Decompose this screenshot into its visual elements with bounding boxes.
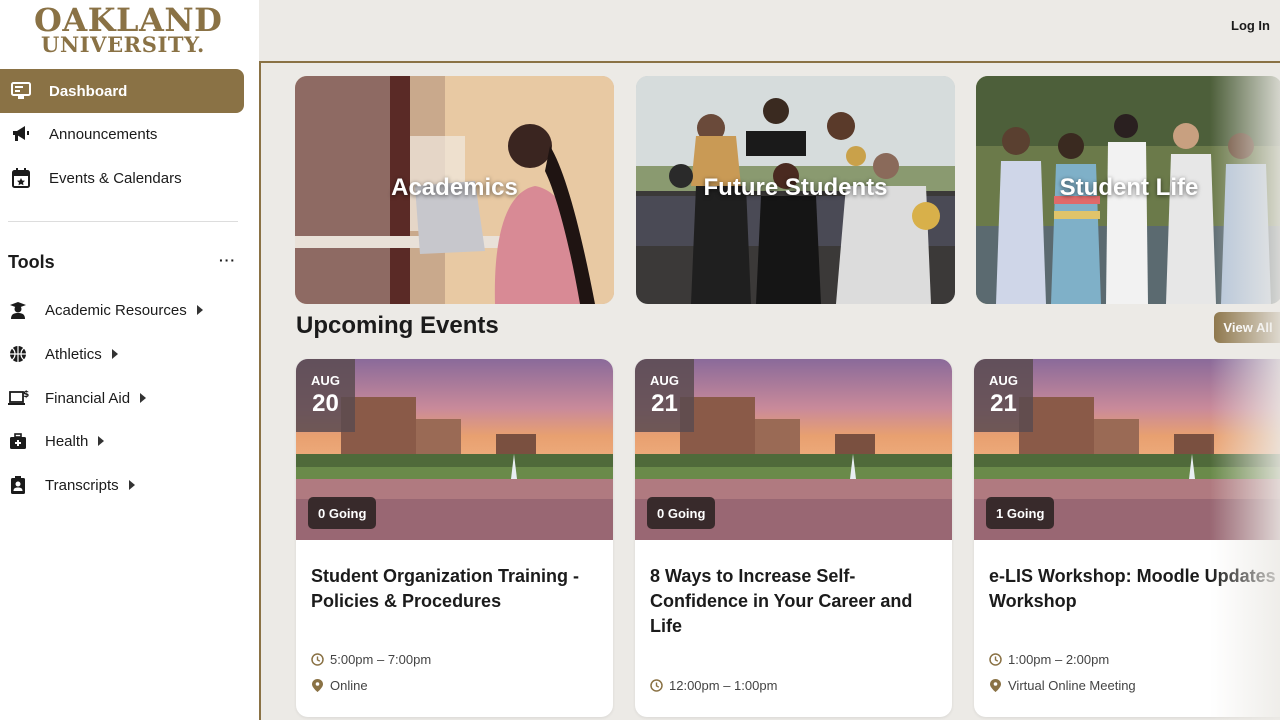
nav-item-label: Events & Calendars	[49, 169, 182, 187]
event-time: 1:00pm – 2:00pm	[989, 652, 1109, 667]
event-time-text: 5:00pm – 7:00pm	[330, 652, 432, 667]
event-month: AUG	[311, 373, 340, 388]
event-going-count: 1 Going	[986, 497, 1055, 529]
tools-title: Tools	[8, 252, 55, 272]
event-day: 21	[651, 390, 678, 417]
medical-kit-icon	[7, 430, 29, 452]
logo-line-1: OAKLAND	[34, 1, 223, 39]
monitor-icon	[10, 80, 32, 102]
clock-icon	[650, 679, 663, 692]
tool-item-label: Athletics	[45, 345, 102, 363]
basketball-icon	[7, 343, 29, 365]
event-month: AUG	[989, 373, 1018, 388]
category-card-academics[interactable]: Academics	[295, 76, 614, 304]
sidebar-divider	[8, 221, 238, 222]
event-day: 21	[990, 390, 1017, 417]
tool-item-label: Transcripts	[45, 476, 119, 494]
tool-item-label: Academic Resources	[45, 301, 187, 319]
upcoming-events-title: Upcoming Events	[296, 312, 499, 339]
nav-item-announcements[interactable]: Announcements	[0, 112, 244, 156]
login-link[interactable]: Log In	[1231, 18, 1270, 33]
event-going-count: 0 Going	[308, 497, 377, 529]
event-card[interactable]: AUG 21 1 Going e-LIS Workshop: Moodle Up…	[974, 359, 1280, 717]
event-date-badge: AUG 21	[635, 359, 694, 432]
event-time: 5:00pm – 7:00pm	[311, 652, 431, 667]
sidebar: OAKLAND UNIVERSITY. Dashboard Announceme…	[0, 0, 259, 720]
university-logo[interactable]: OAKLAND UNIVERSITY.	[34, 1, 223, 57]
event-time: 12:00pm – 1:00pm	[650, 678, 777, 693]
caret-right-icon	[140, 393, 147, 403]
event-location-text: Online	[330, 678, 368, 693]
calendar-icon	[10, 167, 32, 189]
location-pin-icon	[989, 679, 1002, 692]
id-badge-icon	[7, 474, 29, 496]
category-card-future-students[interactable]: Future Students	[636, 76, 955, 304]
category-label: Academics	[391, 174, 518, 201]
tool-item-transcripts[interactable]: Transcripts	[0, 467, 135, 503]
clock-icon	[311, 653, 324, 666]
tool-item-academic-resources[interactable]: Academic Resources	[0, 292, 203, 328]
nav-item-events-calendars[interactable]: Events & Calendars	[0, 156, 244, 200]
caret-right-icon	[98, 436, 105, 446]
caret-right-icon	[111, 349, 118, 359]
tool-item-health[interactable]: Health	[0, 423, 105, 459]
event-going-count: 0 Going	[647, 497, 716, 529]
megaphone-icon	[10, 123, 32, 145]
event-location-text: Virtual Online Meeting	[1008, 678, 1136, 693]
top-header: Log In	[259, 0, 1280, 63]
graduate-icon	[7, 299, 29, 321]
category-card-student-life[interactable]: Student Life	[976, 76, 1280, 304]
nav-item-label: Dashboard	[49, 82, 128, 100]
event-card[interactable]: AUG 20 0 Going Student Organization Trai…	[296, 359, 613, 717]
event-location: Virtual Online Meeting	[989, 678, 1136, 693]
event-card[interactable]: AUG 21 0 Going 8 Ways to Increase Self-C…	[635, 359, 952, 717]
clock-icon	[989, 653, 1002, 666]
tools-more-button[interactable]: ···	[219, 252, 236, 268]
nav-item-label: Announcements	[49, 125, 158, 143]
event-date-badge: AUG 21	[974, 359, 1033, 432]
event-time-text: 1:00pm – 2:00pm	[1008, 652, 1110, 667]
main-content: Academics Future Students Student Life U…	[259, 63, 1280, 720]
category-label: Future Students	[703, 174, 888, 201]
event-time-text: 12:00pm – 1:00pm	[669, 678, 778, 693]
event-location: Online	[311, 678, 368, 693]
nav-item-dashboard[interactable]: Dashboard	[0, 69, 244, 113]
location-pin-icon	[311, 679, 324, 692]
view-all-button[interactable]: View All	[1214, 312, 1280, 343]
svg-text:$: $	[23, 390, 29, 400]
tool-item-label: Health	[45, 432, 89, 450]
event-day: 20	[312, 390, 339, 417]
event-date-badge: AUG 20	[296, 359, 355, 432]
laptop-dollar-icon: $	[7, 387, 29, 409]
tool-item-label: Financial Aid	[45, 389, 131, 407]
caret-right-icon	[128, 480, 135, 490]
tool-item-financial-aid[interactable]: $ Financial Aid	[0, 380, 147, 416]
category-label: Student Life	[1059, 174, 1199, 201]
event-title: 8 Ways to Increase Self-Confidence in Yo…	[650, 566, 913, 636]
tool-item-athletics[interactable]: Athletics	[0, 336, 118, 372]
logo-line-2: UNIVERSITY.	[41, 32, 205, 57]
event-month: AUG	[650, 373, 679, 388]
event-title: e-LIS Workshop: Moodle Updates Workshop	[989, 566, 1276, 611]
event-title: Student Organization Training - Policies…	[311, 566, 579, 611]
caret-right-icon	[196, 305, 203, 315]
